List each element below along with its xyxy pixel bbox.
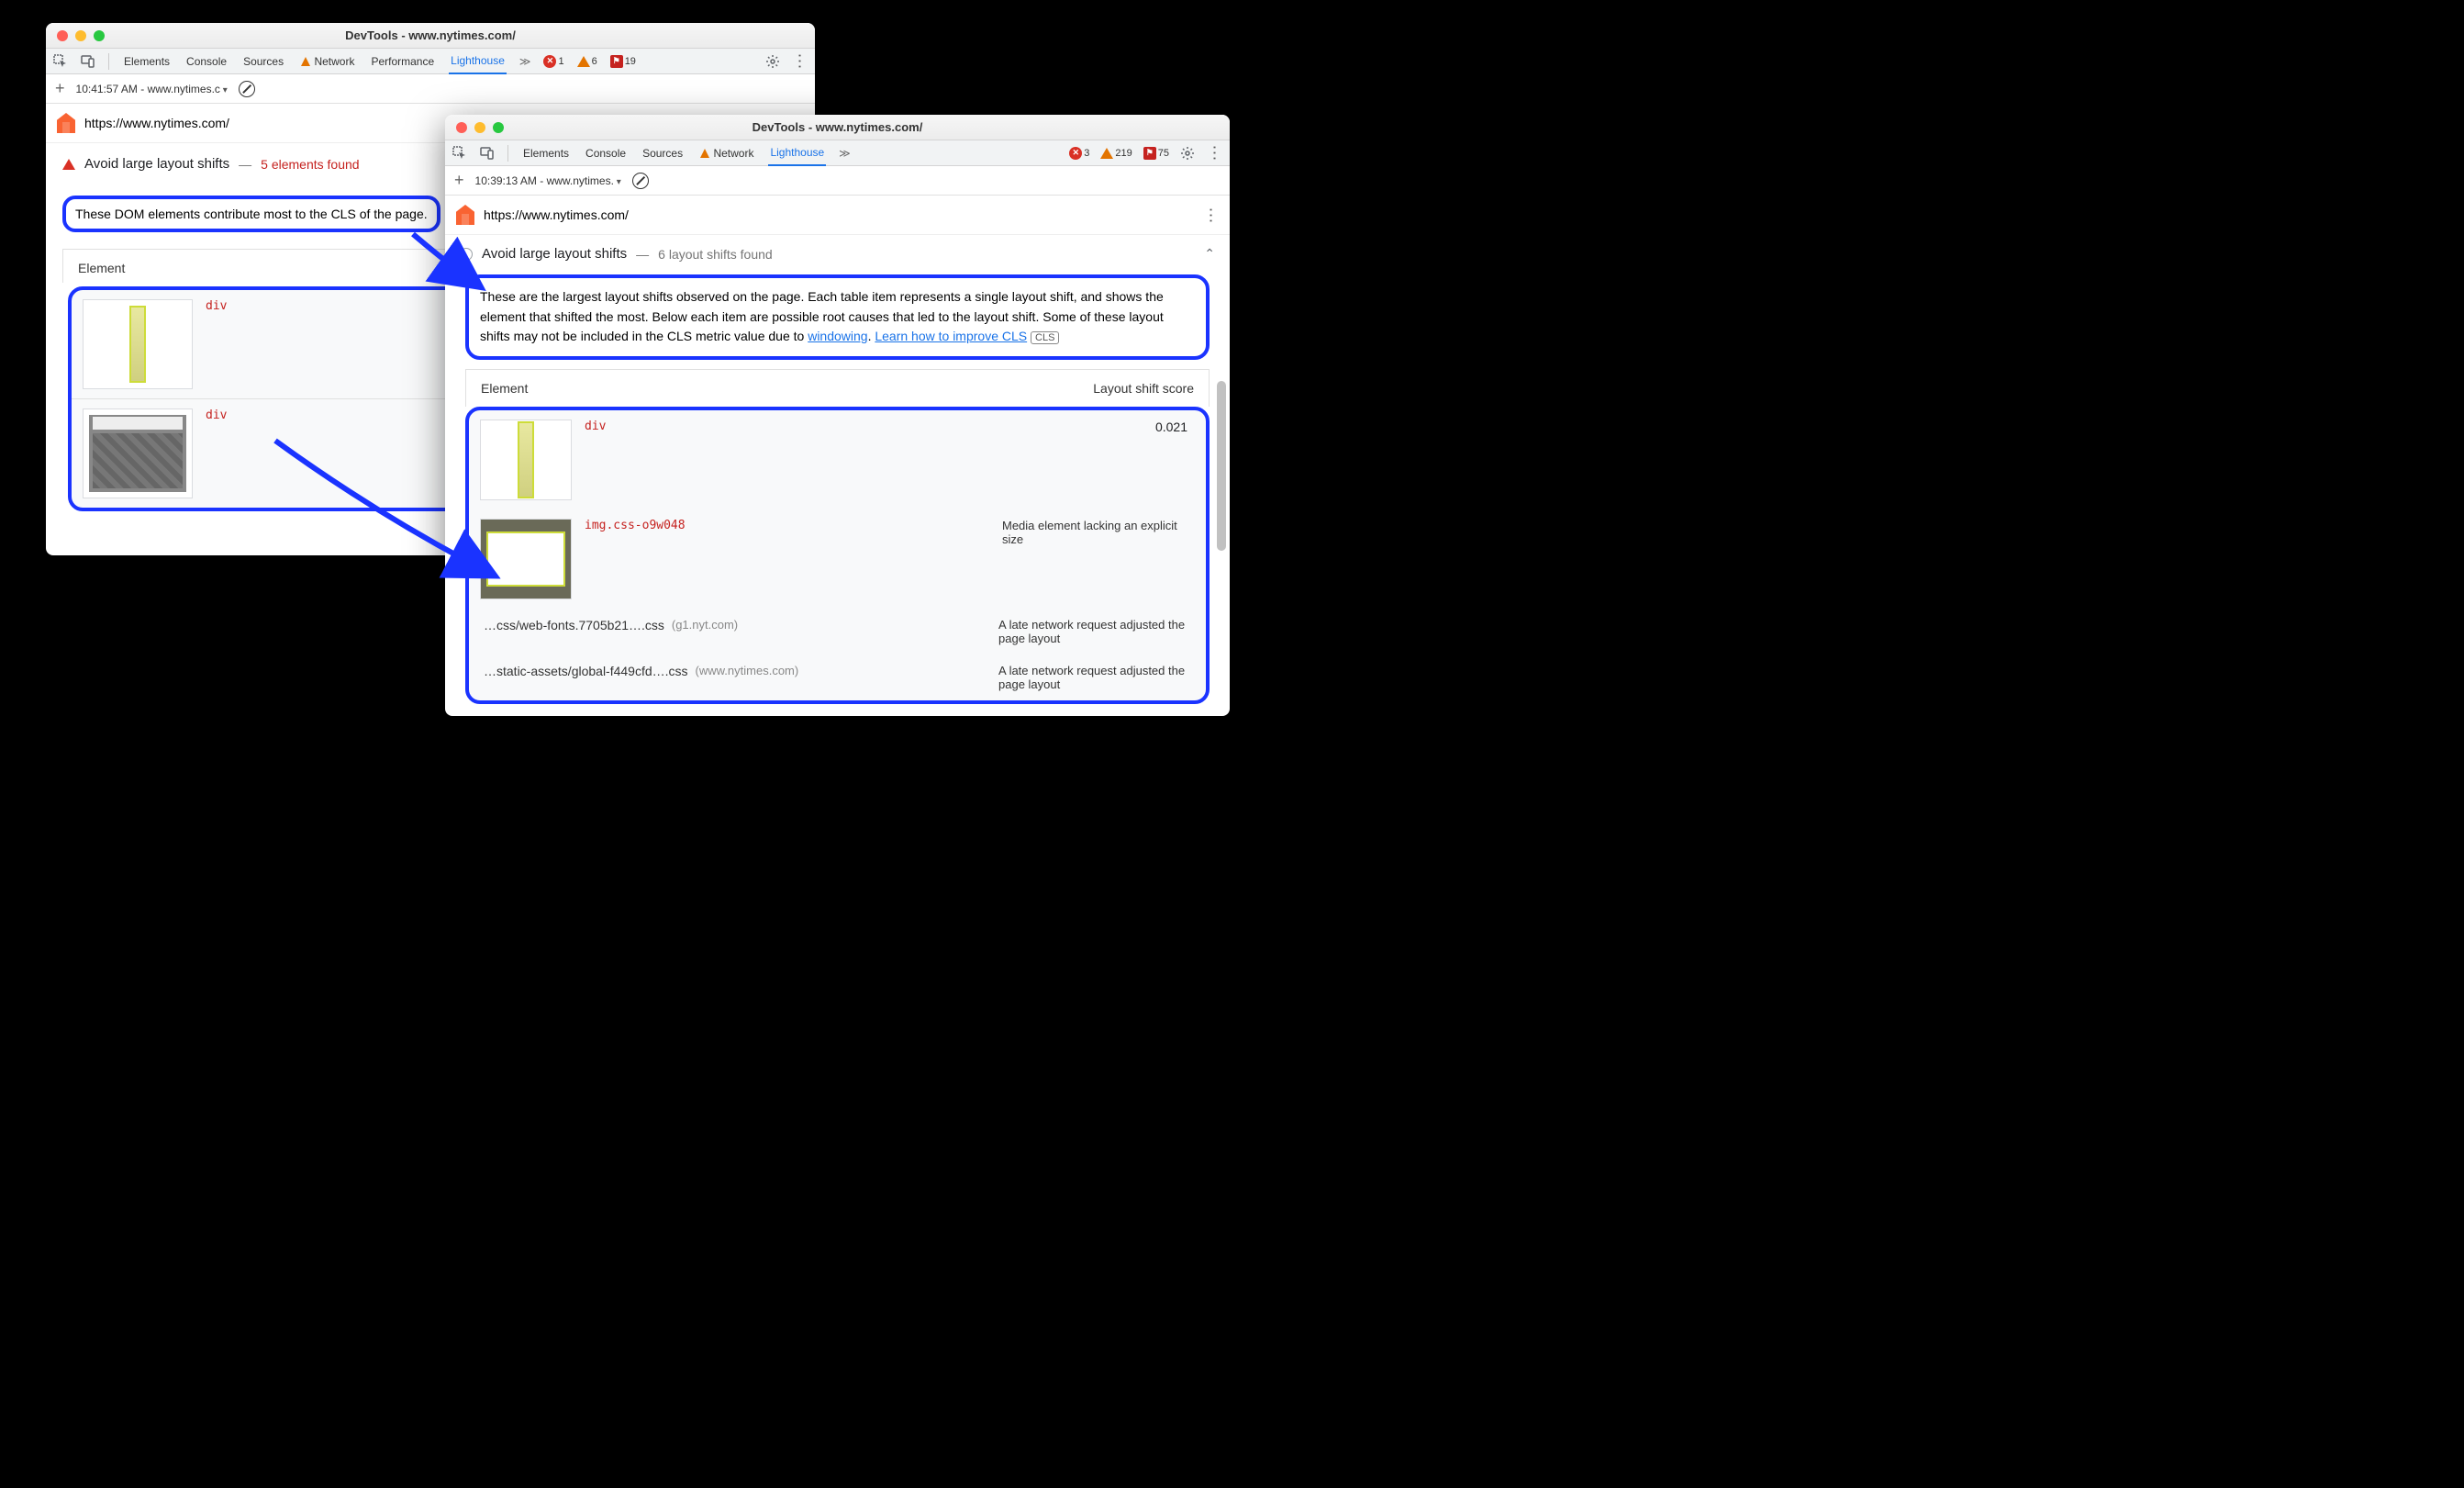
col-element: Element [78, 261, 125, 275]
audit-count: 6 layout shifts found [658, 247, 773, 262]
audit-count: 5 elements found [261, 157, 359, 172]
report-url: https://www.nytimes.com/ [84, 116, 229, 130]
zoom-icon[interactable] [493, 122, 504, 133]
warning-count[interactable]: 6 [577, 56, 597, 67]
clear-icon[interactable] [632, 173, 649, 189]
report-url: https://www.nytimes.com/ [484, 207, 629, 222]
resource-host: (www.nytimes.com) [696, 664, 799, 677]
layout-shift-score: 0.021 [1155, 420, 1195, 434]
scrollbar[interactable] [1217, 381, 1226, 551]
inspect-icon[interactable] [53, 54, 68, 69]
elements-table-new: div 0.021 img.css-o9w048 Media element l… [465, 407, 1210, 704]
minimize-icon[interactable] [474, 122, 485, 133]
cls-badge: CLS [1031, 331, 1059, 344]
titlebar[interactable]: DevTools - www.nytimes.com/ [445, 115, 1230, 140]
tab-performance[interactable]: Performance [369, 50, 436, 73]
table-row[interactable]: div 0.021 [469, 410, 1206, 509]
new-report-button[interactable]: + [55, 79, 65, 98]
inspect-icon[interactable] [452, 146, 467, 161]
tab-lighthouse[interactable]: Lighthouse [449, 49, 507, 74]
col-score: Layout shift score [1093, 381, 1194, 396]
gear-icon[interactable] [765, 54, 780, 69]
element-thumbnail [480, 519, 572, 599]
report-dropdown[interactable]: 10:41:57 AM - www.nytimes.c [76, 83, 228, 95]
lh-subbar: + 10:41:57 AM - www.nytimes.c [46, 74, 815, 104]
error-count[interactable]: ✕3 [1069, 147, 1089, 160]
gear-icon[interactable] [1180, 146, 1195, 161]
window-title: DevTools - www.nytimes.com/ [445, 120, 1230, 134]
element-name: img.css-o9w048 [585, 519, 686, 532]
titlebar[interactable]: DevTools - www.nytimes.com/ [46, 23, 815, 49]
chevron-up-icon[interactable]: ⌃ [1204, 246, 1215, 262]
device-icon[interactable] [480, 146, 495, 161]
lighthouse-icon [456, 205, 474, 225]
audit-description-old: These DOM elements contribute most to th… [62, 196, 440, 232]
warning-count[interactable]: 219 [1100, 148, 1132, 159]
tab-elements[interactable]: Elements [122, 50, 172, 73]
element-thumbnail [83, 299, 193, 389]
root-cause: Media element lacking an explicit size [1002, 519, 1195, 546]
traffic-lights [46, 30, 105, 41]
element-name: div [206, 408, 227, 422]
report-menu-icon[interactable]: ⋯ [1201, 207, 1221, 223]
tab-console[interactable]: Console [184, 50, 229, 73]
close-icon[interactable] [57, 30, 68, 41]
issues-count[interactable]: ⚑75 [1143, 147, 1169, 160]
tab-lighthouse[interactable]: Lighthouse [768, 140, 826, 166]
new-report-button[interactable]: + [454, 171, 464, 190]
error-count[interactable]: ✕1 [543, 55, 563, 68]
issues-count[interactable]: ⚑19 [610, 55, 636, 68]
resource-name: …css/web-fonts.7705b21….css [484, 618, 664, 632]
tab-elements[interactable]: Elements [521, 141, 571, 165]
zoom-icon[interactable] [94, 30, 105, 41]
tab-network[interactable]: Network [298, 50, 356, 73]
tab-network[interactable]: Network [697, 141, 755, 165]
devtools-tabs: Elements Console Sources Network Perform… [46, 49, 815, 74]
element-name: div [585, 420, 606, 433]
element-thumbnail [480, 420, 572, 500]
close-icon[interactable] [456, 122, 467, 133]
resource-row[interactable]: …css/web-fonts.7705b21….css (g1.nyt.com)… [469, 609, 1206, 654]
more-icon[interactable]: ⋯ [790, 53, 809, 70]
tab-sources[interactable]: Sources [241, 50, 285, 73]
root-cause: A late network request adjusted the page… [998, 618, 1191, 645]
tab-sources[interactable]: Sources [641, 141, 685, 165]
more-tabs-icon[interactable]: ≫ [519, 55, 531, 68]
traffic-lights [445, 122, 504, 133]
clear-icon[interactable] [239, 81, 255, 97]
audit-title: Avoid large layout shifts [482, 246, 627, 262]
tab-console[interactable]: Console [584, 141, 628, 165]
resource-name: …static-assets/global-f449cfd….css [484, 664, 688, 678]
root-cause: A late network request adjusted the page… [998, 664, 1191, 691]
lh-subbar: + 10:39:13 AM - www.nytimes. [445, 166, 1230, 196]
devtools-tabs: Elements Console Sources Network Lightho… [445, 140, 1230, 166]
audit-header[interactable]: Avoid large layout shifts — 6 layout shi… [460, 246, 1215, 262]
lighthouse-icon [57, 113, 75, 133]
windowing-link[interactable]: windowing [808, 329, 867, 343]
info-circle-icon [460, 248, 473, 261]
report-url-row: https://www.nytimes.com/ ⋯ [445, 196, 1230, 235]
minimize-icon[interactable] [75, 30, 86, 41]
element-thumbnail [83, 408, 193, 498]
resource-host: (g1.nyt.com) [672, 618, 738, 632]
element-name: div [206, 299, 227, 313]
device-icon[interactable] [81, 54, 95, 69]
more-tabs-icon[interactable]: ≫ [839, 147, 851, 160]
learn-cls-link[interactable]: Learn how to improve CLS [875, 329, 1027, 343]
audit-description-new: These are the largest layout shifts obse… [465, 274, 1210, 360]
report-dropdown[interactable]: 10:39:13 AM - www.nytimes. [475, 174, 621, 187]
resource-row[interactable]: …static-assets/global-f449cfd….css (www.… [469, 654, 1206, 700]
col-element: Element [481, 381, 528, 396]
window-title: DevTools - www.nytimes.com/ [46, 28, 815, 42]
table-row[interactable]: img.css-o9w048 Media element lacking an … [469, 509, 1206, 609]
more-icon[interactable]: ⋯ [1205, 145, 1224, 162]
fail-triangle-icon [62, 159, 75, 170]
audit-title: Avoid large layout shifts [84, 156, 229, 172]
devtools-window-new: DevTools - www.nytimes.com/ Elements Con… [445, 115, 1230, 716]
